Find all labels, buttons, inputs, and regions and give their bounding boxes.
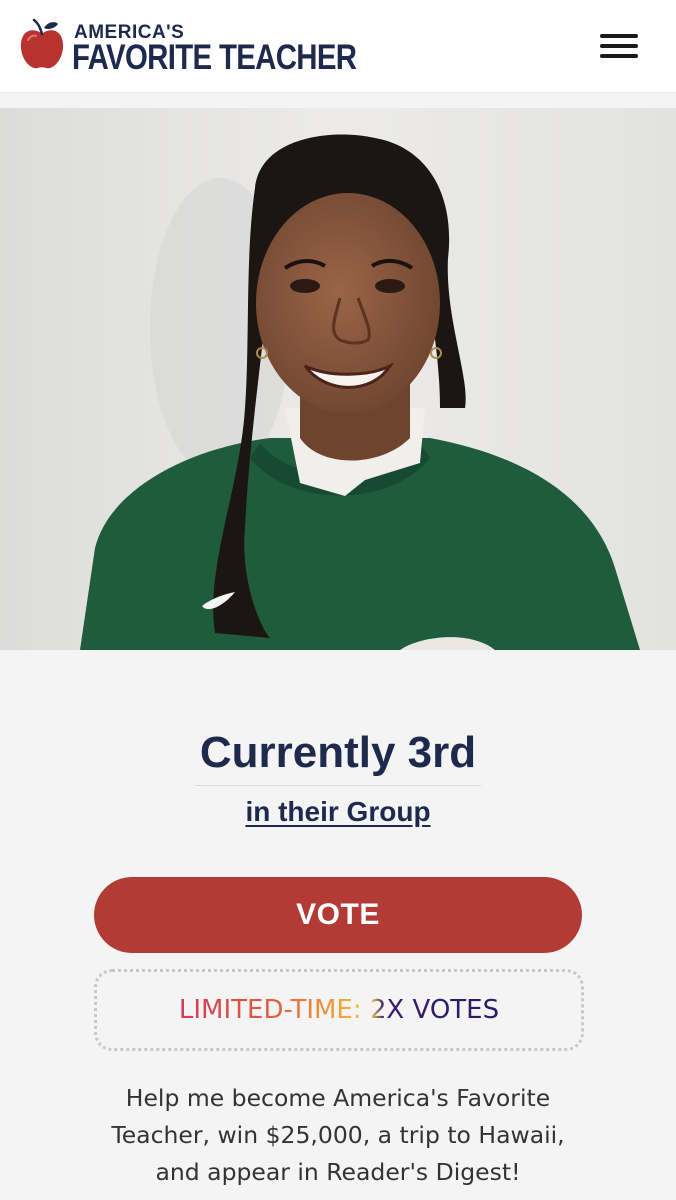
description-text: Help me become America's Favorite Teache… <box>111 1084 565 1186</box>
logo-text-line2: FAVORITE TEACHER <box>72 38 357 77</box>
rank-title: Currently 3rd <box>199 728 477 777</box>
hamburger-menu-icon[interactable] <box>596 30 642 62</box>
apple-icon <box>20 18 64 69</box>
site-header: AMERICA'S FAVORITE TEACHER <box>0 0 676 93</box>
teacher-photo <box>0 108 676 650</box>
group-link[interactable]: in their Group <box>0 796 676 828</box>
site-logo[interactable]: AMERICA'S FAVORITE TEACHER <box>18 14 357 78</box>
rank-divider <box>195 785 481 786</box>
promo-text: LIMITED-TIME: 2X VOTES <box>178 995 500 1025</box>
promo-banner: LIMITED-TIME: 2X VOTES <box>94 969 584 1051</box>
vote-button[interactable]: VOTE <box>94 877 582 953</box>
